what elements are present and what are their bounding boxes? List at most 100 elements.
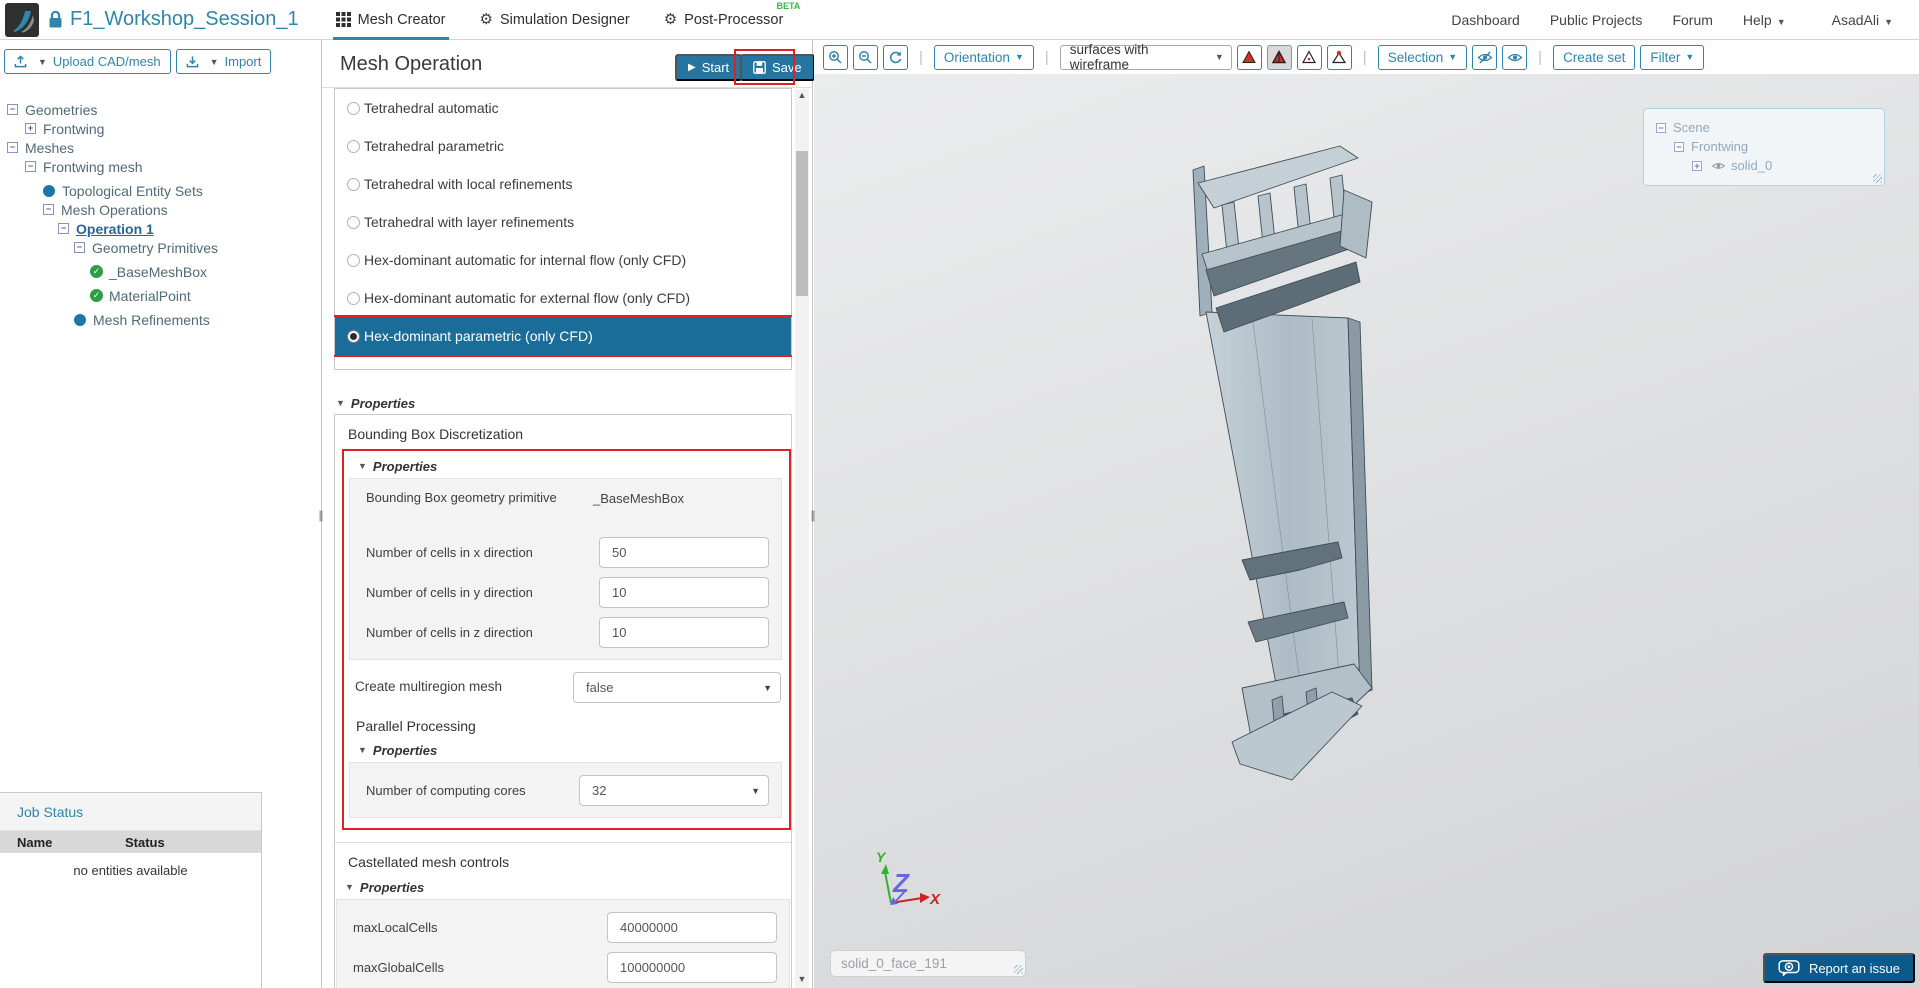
tree-item-frontwing-mesh[interactable]: − Frontwing mesh [0, 157, 321, 176]
computing-cores-select[interactable]: 32 ▼ [579, 775, 769, 806]
tab-mesh-creator[interactable]: Mesh Creator [332, 0, 449, 40]
mesh-type-option[interactable]: Tetrahedral with layer refinements [335, 203, 791, 241]
orientation-dropdown[interactable]: Orientation ▼ [933, 44, 1034, 70]
collapse-triangle-icon[interactable]: ▼ [358, 745, 367, 755]
zoom-in-button[interactable] [823, 44, 848, 70]
scrollbar-thumb[interactable] [796, 151, 808, 296]
resize-handle[interactable] [1014, 965, 1023, 974]
mesh-type-option[interactable]: Tetrahedral automatic [335, 89, 791, 127]
render-mode-select[interactable]: surfaces with wireframe ▼ [1059, 42, 1232, 72]
radio-icon[interactable] [347, 253, 360, 267]
radio-icon[interactable] [347, 329, 360, 343]
collapse-icon[interactable]: − [58, 223, 69, 234]
property-value-input[interactable] [599, 537, 769, 568]
radio-icon[interactable] [347, 291, 360, 305]
toolbar-separator: | [919, 48, 923, 66]
nav-help[interactable]: Help ▼ [1743, 12, 1786, 28]
collapse-triangle-icon[interactable]: ▼ [358, 461, 367, 471]
collapse-icon[interactable]: − [7, 142, 18, 153]
save-button[interactable]: Save [740, 54, 815, 81]
resize-handle[interactable] [1873, 174, 1882, 183]
tab-simulation-designer[interactable]: ⚙ Simulation Designer [477, 0, 633, 40]
property-value-input[interactable] [607, 952, 777, 983]
scroll-down-arrow[interactable]: ▼ [795, 974, 809, 986]
scene-child-row[interactable]: − Frontwing [1656, 137, 1884, 156]
scene-root-row[interactable]: − Scene [1656, 118, 1884, 137]
filter-dropdown[interactable]: Filter ▼ [1640, 44, 1705, 70]
expand-icon[interactable]: + [1692, 160, 1702, 171]
tab-post-processor[interactable]: ⚙ Post-Processor BETA [661, 0, 801, 40]
scene-leaf-row[interactable]: + solid_0 [1656, 156, 1884, 175]
collapse-icon[interactable]: − [74, 242, 85, 253]
property-value-input[interactable] [607, 912, 777, 943]
tree-item-label: MaterialPoint [109, 287, 191, 304]
property-value-input[interactable] [599, 617, 769, 648]
selection-dropdown[interactable]: Selection ▼ [1377, 44, 1468, 70]
multiregion-select[interactable]: false ▼ [573, 672, 781, 703]
download-icon [186, 56, 198, 68]
right-splitter-handle[interactable]: ∥ [809, 503, 817, 527]
left-splitter-handle[interactable]: ∥ [317, 503, 325, 527]
collapse-icon[interactable]: − [1674, 141, 1684, 152]
tree-item-topological-entity-sets[interactable]: Topological Entity Sets [0, 181, 321, 200]
create-set-button[interactable]: Create set [1553, 44, 1636, 70]
radio-icon[interactable] [347, 177, 360, 191]
show-faces-edges-button[interactable] [1266, 44, 1292, 70]
mesh-type-option[interactable]: Hex-dominant automatic for internal flow… [335, 241, 791, 279]
report-issue-button[interactable]: Report an issue [1762, 953, 1915, 983]
radio-icon[interactable] [347, 101, 360, 115]
radio-icon[interactable] [347, 215, 360, 229]
hide-selection-button[interactable] [1472, 44, 1498, 70]
tree-item-geometries[interactable]: − Geometries [0, 100, 321, 119]
user-menu[interactable]: AsadAli ▼ [1832, 12, 1893, 28]
axis-triad: Y X Z [876, 849, 941, 908]
upload-cad-button[interactable]: ▼ Upload CAD/mesh [4, 49, 171, 74]
show-selection-button[interactable] [1502, 44, 1528, 70]
mesh-type-label: Hex-dominant parametric (only CFD) [364, 328, 593, 344]
tree-item-materialpoint[interactable]: ✓ MaterialPoint [0, 286, 321, 305]
refresh-view-button[interactable] [883, 44, 908, 70]
job-status-panel: Job Status Name Status no entities avail… [0, 792, 262, 988]
collapse-triangle-icon[interactable]: ▼ [336, 398, 345, 408]
import-button[interactable]: ▼ Import [175, 49, 272, 74]
zoom-out-button[interactable] [853, 44, 878, 70]
show-vertices-button[interactable] [1326, 44, 1352, 70]
viewport-canvas[interactable]: − Scene − Frontwing + solid_0 Y X Z soli… [814, 74, 1919, 988]
tree-item--basemeshbox[interactable]: ✓ _BaseMeshBox [0, 262, 321, 281]
tree-item-operation-1[interactable]: − Operation 1 [0, 219, 321, 238]
collapse-icon[interactable]: − [43, 204, 54, 215]
start-button[interactable]: ▶ Start [675, 54, 743, 81]
eye-icon[interactable] [1711, 161, 1726, 171]
radio-icon[interactable] [347, 139, 360, 153]
mesh-type-option[interactable]: Hex-dominant automatic for external flow… [335, 279, 791, 317]
properties-header: ▼ Properties [336, 395, 416, 411]
collapse-icon[interactable]: − [1656, 122, 1666, 133]
mesh-type-option[interactable]: Tetrahedral with local refinements [335, 165, 791, 203]
nav-public-projects[interactable]: Public Projects [1550, 12, 1643, 28]
collapse-triangle-icon[interactable]: ▼ [345, 882, 354, 892]
nav-forum[interactable]: Forum [1672, 12, 1712, 28]
frontwing-3d-model[interactable] [1150, 90, 1400, 800]
tab-label: Simulation Designer [499, 11, 630, 28]
tree-item-meshes[interactable]: − Meshes [0, 138, 321, 157]
project-title: F1_Workshop_Session_1 [70, 8, 299, 30]
nav-dashboard[interactable]: Dashboard [1451, 12, 1520, 28]
tree-item-mesh-refinements[interactable]: Mesh Refinements [0, 310, 321, 329]
expand-icon[interactable]: + [25, 123, 36, 134]
property-value-input[interactable] [599, 577, 769, 608]
show-wireframe-button[interactable] [1296, 44, 1322, 70]
panel-scrollbar[interactable]: ▲ ▼ [795, 89, 809, 988]
mesh-type-option[interactable]: Hex-dominant parametric (only CFD) [334, 315, 792, 357]
property-label: Number of cells in x direction [366, 544, 533, 560]
collapse-icon[interactable]: − [7, 104, 18, 115]
tree-item-frontwing[interactable]: + Frontwing [0, 119, 321, 138]
tree-item-mesh-operations[interactable]: − Mesh Operations [0, 200, 321, 219]
job-status-columns: Name Status [0, 831, 261, 853]
scroll-up-arrow[interactable]: ▲ [795, 90, 809, 102]
show-solid-faces-button[interactable] [1236, 44, 1262, 70]
tree-item-geometry-primitives[interactable]: − Geometry Primitives [0, 238, 321, 257]
collapse-icon[interactable]: − [25, 161, 36, 172]
mesh-type-option[interactable]: Tetrahedral parametric [335, 127, 791, 165]
toolbar-separator: | [1538, 48, 1543, 66]
mesh-type-label: Tetrahedral parametric [364, 138, 505, 154]
